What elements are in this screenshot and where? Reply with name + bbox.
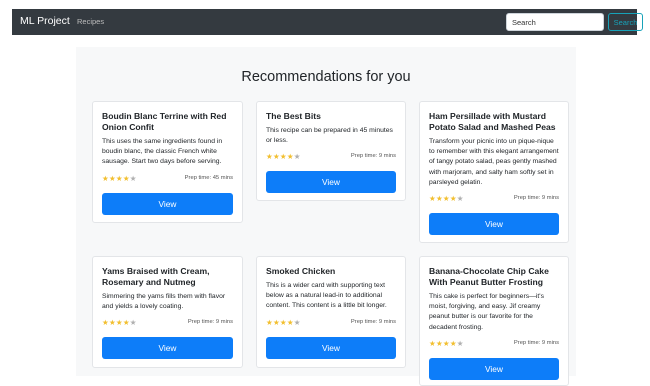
recipe-card: Yams Braised with Cream, Rosemary and Nu… [92,256,243,368]
star-icon: ★ [449,194,457,204]
card-body: Banana-Chocolate Chip Cake With Peanut B… [429,266,559,380]
star-icon: ★ [129,173,137,183]
star-rating: ★★★★★ [429,194,464,203]
star-icon: ★ [286,152,294,162]
card-body: Yams Braised with Cream, Rosemary and Nu… [102,266,233,360]
recipe-card: Banana-Chocolate Chip Cake With Peanut B… [419,256,569,386]
star-icon: ★ [279,317,287,327]
card-text: This is a wider card with supporting tex… [266,282,387,310]
star-icon: ★ [435,338,443,348]
brand-logo[interactable]: ML Project [20,15,70,27]
star-icon: ★ [115,173,123,183]
page-title: Recommendations for you [241,69,411,85]
prep-time: Prep time: 9 mins [513,339,559,346]
star-rating: ★★★★★ [266,318,301,327]
recipe-card: Boudin Blanc Terrine with Red Onion Conf… [92,101,243,223]
star-icon: ★ [456,194,464,204]
star-rating: ★★★★★ [429,339,464,348]
view-button[interactable]: View [429,213,559,236]
view-button[interactable]: View [102,192,233,215]
card-meta: ★★★★★ Prep time: 9 mins [266,152,396,164]
card-body: Smoked Chicken This is a wider card with … [266,266,396,359]
star-icon: ★ [293,317,301,327]
card-text: This recipe can be prepared in 45 minute… [266,127,393,145]
card-title: Boudin Blanc Terrine with Red Onion Conf… [102,111,227,132]
card-meta: ★★★★★ Prep time: 9 mins [266,318,396,330]
star-icon: ★ [266,317,273,327]
prep-time: Prep time: 45 mins [184,174,233,181]
star-icon: ★ [108,318,116,328]
card-meta: ★★★★★ Prep time: 45 mins [102,174,233,186]
star-icon: ★ [456,338,464,348]
star-icon: ★ [435,194,443,204]
card-title: Ham Persillade with Mustard Potato Salad… [429,111,556,132]
card-text: Transform your picnic into un pique-niqu… [429,138,559,186]
star-icon: ★ [129,318,137,328]
card-meta: ★★★★★ Prep time: 9 mins [429,194,559,206]
star-icon: ★ [449,338,457,348]
recipe-card: Ham Persillade with Mustard Potato Salad… [419,101,569,243]
star-icon: ★ [115,318,123,328]
star-rating: ★★★★★ [266,152,301,161]
card-title: The Best Bits [266,111,321,121]
card-text: Simmering the yams fills them with flavo… [102,293,226,311]
card-meta: ★★★★★ Prep time: 9 mins [102,318,233,330]
prep-time: Prep time: 9 mins [350,153,396,160]
card-title: Smoked Chicken [266,266,336,276]
star-icon: ★ [429,338,436,348]
star-icon: ★ [429,194,436,204]
star-icon: ★ [442,338,450,348]
star-icon: ★ [108,173,116,183]
view-button[interactable]: View [266,171,396,194]
star-icon: ★ [272,152,280,162]
search-button[interactable]: Search [608,13,643,31]
star-rating: ★★★★★ [102,318,137,327]
prep-time: Prep time: 9 mins [513,195,559,202]
view-button[interactable]: View [429,357,559,380]
view-button[interactable]: View [266,336,396,359]
prep-time: Prep time: 9 mins [187,319,233,326]
card-body: Boudin Blanc Terrine with Red Onion Conf… [102,111,233,215]
card-meta: ★★★★★ Prep time: 9 mins [429,339,559,351]
card-body: The Best Bits This recipe can be prepared… [266,111,396,194]
star-icon: ★ [122,173,130,183]
recipe-card: Smoked Chicken This is a wider card with … [256,256,406,368]
card-text: This cake is perfect for beginners—it's … [429,293,545,331]
card-title: Banana-Chocolate Chip Cake With Peanut B… [429,266,549,287]
star-icon: ★ [122,318,130,328]
nav-link-recipes[interactable]: Recipes [77,17,104,26]
card-body: Ham Persillade with Mustard Potato Salad… [429,111,559,236]
search-input[interactable] [506,13,604,31]
star-icon: ★ [286,317,294,327]
star-icon: ★ [279,152,287,162]
star-icon: ★ [102,173,109,183]
star-rating: ★★★★★ [102,174,137,183]
star-icon: ★ [102,318,109,328]
prep-time: Prep time: 9 mins [350,318,396,325]
star-icon: ★ [272,317,280,327]
star-icon: ★ [293,152,301,162]
view-button[interactable]: View [102,337,233,360]
card-text: This uses the same ingredients found in … [102,138,223,166]
star-icon: ★ [442,194,450,204]
card-title: Yams Braised with Cream, Rosemary and Nu… [102,266,210,287]
navbar: ML Project Recipes Search [12,9,643,35]
star-icon: ★ [266,152,273,162]
recipe-card: The Best Bits This recipe can be prepared… [256,101,406,201]
